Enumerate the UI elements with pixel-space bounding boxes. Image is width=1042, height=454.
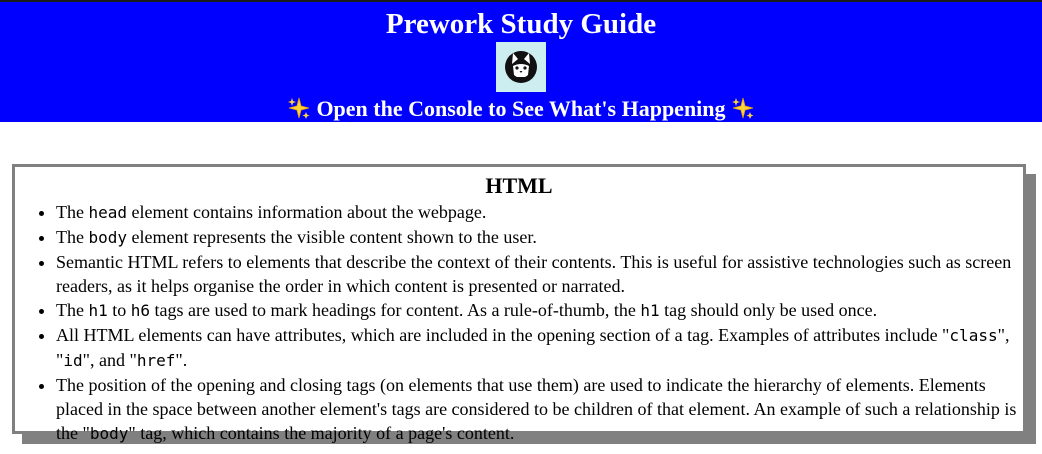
note-text: element represents the visible content s… bbox=[127, 227, 537, 247]
code-snippet: h1 bbox=[640, 301, 660, 320]
note-text: The bbox=[56, 300, 89, 320]
note-text: " tag, which contains the majority of a … bbox=[128, 423, 515, 443]
note-text: The bbox=[56, 227, 89, 247]
list-item: The head element contains information ab… bbox=[56, 200, 1019, 225]
sparkles-emoji-icon bbox=[731, 96, 755, 120]
note-text: ", and " bbox=[82, 350, 137, 370]
code-snippet: id bbox=[63, 351, 83, 370]
sparkles-emoji-icon bbox=[287, 96, 311, 120]
code-snippet: body bbox=[89, 424, 129, 443]
code-snippet: href bbox=[136, 351, 176, 370]
note-text: element contains information about the w… bbox=[127, 202, 487, 222]
note-text: tag should only be used once. bbox=[659, 300, 878, 320]
code-snippet: head bbox=[88, 203, 128, 222]
page-title: Prework Study Guide bbox=[385, 8, 657, 40]
note-text: tags are used to mark headings for conte… bbox=[150, 300, 641, 320]
page-subtitle: Open the Console to See What's Happening bbox=[0, 95, 1042, 123]
list-item: The body element represents the visible … bbox=[56, 225, 1019, 250]
html-study-card: HTML The head element contains informati… bbox=[12, 164, 1026, 443]
note-text: The bbox=[56, 202, 89, 222]
list-item: All HTML elements can have attributes, w… bbox=[56, 323, 1019, 373]
code-snippet: body bbox=[88, 228, 128, 247]
code-snippet: class bbox=[949, 326, 998, 345]
list-item: The h1 to h6 tags are used to mark headi… bbox=[56, 298, 1019, 323]
study-notes-list: The head element contains information ab… bbox=[15, 200, 1019, 446]
cat-face-logo-icon bbox=[496, 42, 546, 92]
code-snippet: h1 bbox=[88, 301, 108, 320]
list-item: The position of the opening and closing … bbox=[56, 373, 1019, 446]
page-header: Prework Study Guide Open the Console to … bbox=[0, 0, 1042, 122]
note-text: to bbox=[107, 300, 131, 320]
section-title: HTML bbox=[485, 173, 553, 198]
code-snippet: h6 bbox=[130, 301, 151, 320]
list-item: Semantic HTML refers to elements that de… bbox=[56, 250, 1019, 298]
note-text: All HTML elements can have attributes, w… bbox=[56, 325, 950, 345]
note-text: Semantic HTML refers to elements that de… bbox=[56, 252, 1012, 296]
subtitle-text: Open the Console to See What's Happening bbox=[316, 96, 726, 121]
note-text: ". bbox=[175, 350, 188, 370]
